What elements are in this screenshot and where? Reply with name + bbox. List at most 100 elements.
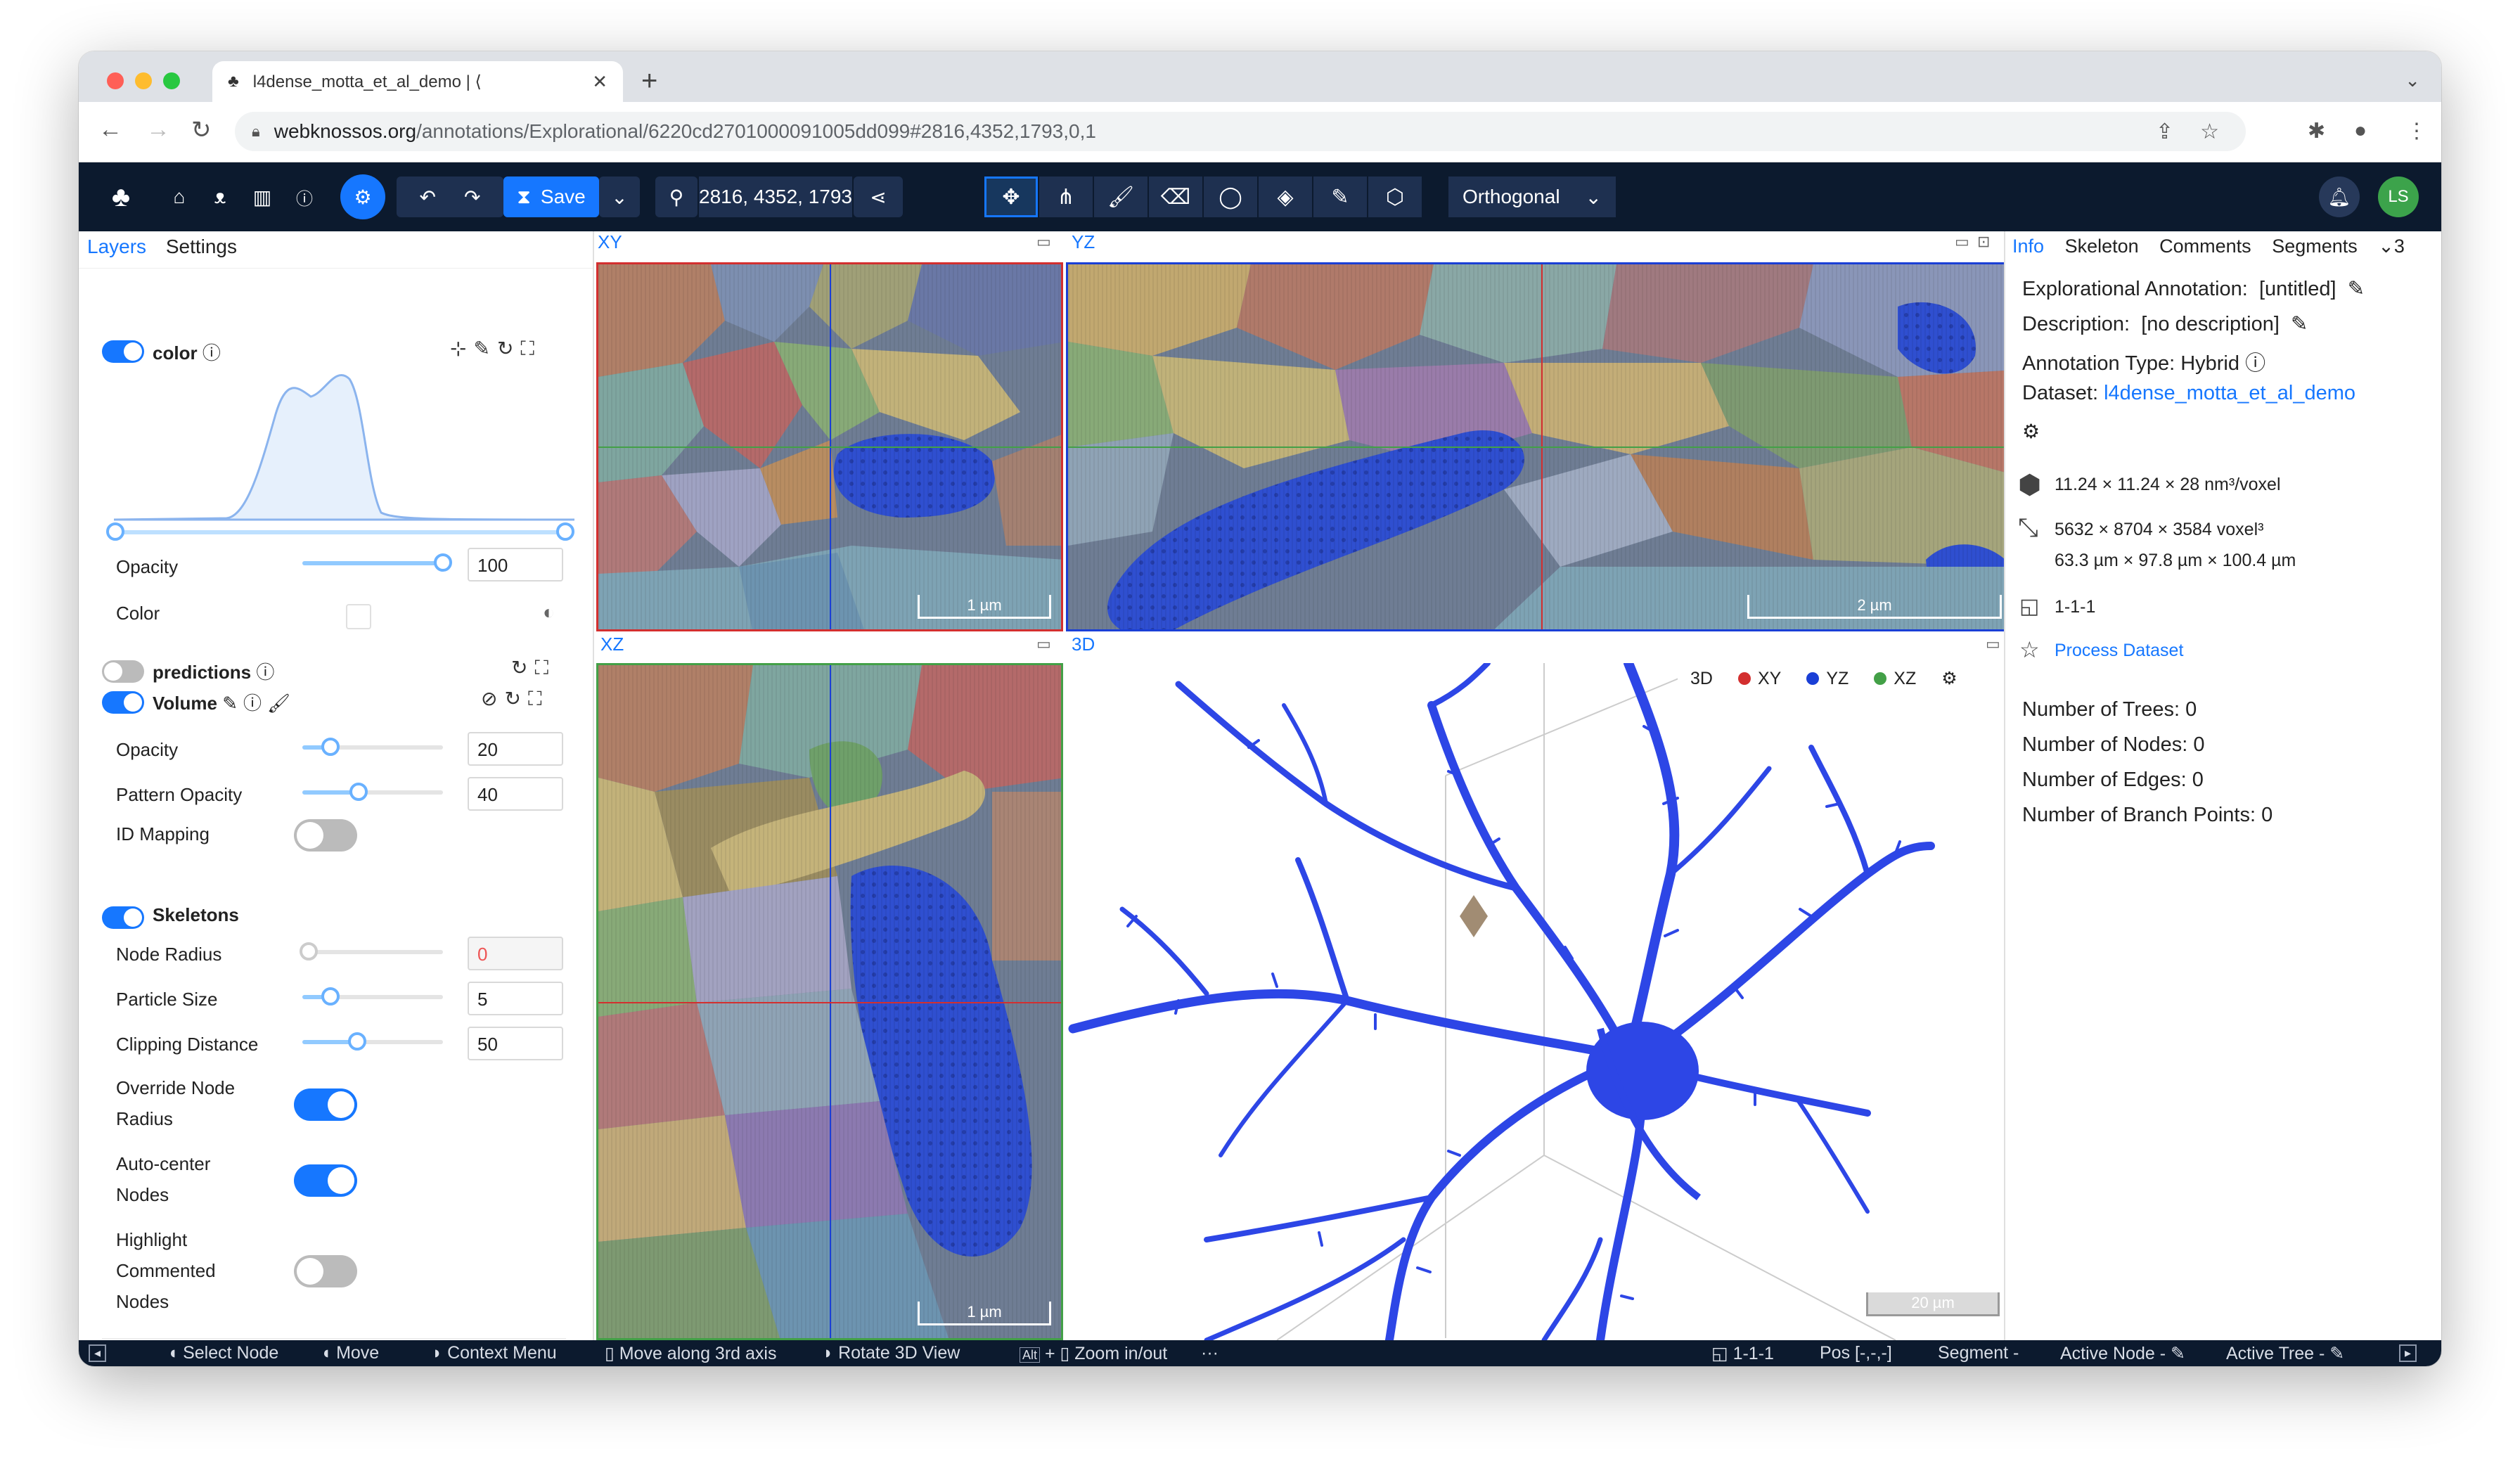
share-position-icon[interactable]: ⋖	[854, 176, 903, 217]
bounding-box-tool-icon[interactable]: ⬡	[1368, 176, 1422, 217]
dataset-link[interactable]: l4dense_motta_et_al_demo	[2104, 382, 2355, 404]
redo-icon[interactable]: ↷	[464, 186, 480, 209]
maximize-icon[interactable]: ▭	[1036, 635, 1051, 653]
collapse-left-icon[interactable]: ◂	[89, 1344, 107, 1362]
range-min-handle[interactable]	[106, 522, 124, 541]
users-icon[interactable]: ᴥ	[202, 176, 238, 217]
bookmark-star-icon[interactable]: ☆	[2200, 120, 2219, 144]
profile-icon[interactable]: ●	[2354, 119, 2367, 143]
node-radius-slider[interactable]	[300, 942, 443, 961]
yz-viewport[interactable]: 2 µm	[1066, 262, 2014, 631]
tab-segments[interactable]: Segments	[2272, 236, 2358, 257]
clipping-distance-input[interactable]: 50	[468, 1027, 563, 1060]
lasso-tool-icon[interactable]: ◯	[1204, 176, 1257, 217]
info-icon[interactable]: ⓘ	[243, 693, 267, 714]
minimize-window-button[interactable]	[135, 72, 152, 89]
highlight-commented-toggle[interactable]	[294, 1255, 357, 1287]
close-window-button[interactable]	[107, 72, 124, 89]
volume-opacity-slider[interactable]	[302, 738, 443, 756]
eraser-tool-icon[interactable]: ⌫	[1149, 176, 1202, 217]
slider-handle[interactable]	[349, 783, 368, 801]
position-input[interactable]: 2816, 4352, 1793	[699, 176, 852, 217]
dataset-settings-gear-icon[interactable]: ⚙	[2022, 420, 2040, 443]
view-xy-button[interactable]: XY	[1725, 669, 1794, 689]
reload-icon[interactable]: ↻	[191, 116, 212, 144]
edit-name-icon[interactable]: ✎	[2348, 278, 2365, 300]
slider-handle[interactable]	[434, 553, 452, 572]
new-tab-button[interactable]: +	[641, 65, 657, 97]
block-icon[interactable]: ⊘	[481, 688, 504, 709]
tab-settings[interactable]: Settings	[166, 236, 237, 257]
picker-tool-icon[interactable]: ✎	[1313, 176, 1367, 217]
reload-icon[interactable]: ↻	[497, 338, 520, 359]
info-icon[interactable]: ⓘ	[256, 662, 274, 683]
slider-handle[interactable]	[321, 987, 340, 1006]
maximize-window-button[interactable]	[163, 72, 180, 89]
3d-viewport[interactable]: 3D XY YZ XZ ⚙ 20 µm	[1066, 663, 2014, 1340]
chevron-down-icon[interactable]: ⌄	[2405, 70, 2420, 91]
slider-handle[interactable]	[300, 942, 318, 961]
clipping-distance-slider[interactable]	[302, 1032, 443, 1051]
tab-skeleton[interactable]: Skeleton	[2065, 236, 2139, 257]
xy-viewport[interactable]: 1 µm	[596, 262, 1063, 631]
save-button[interactable]: ⧗ Save	[503, 176, 599, 217]
save-options-chevron-icon[interactable]: ⌄	[599, 176, 640, 217]
tab-layers[interactable]: Layers	[87, 236, 146, 257]
override-node-radius-toggle[interactable]	[294, 1088, 357, 1121]
particle-size-slider[interactable]	[302, 987, 443, 1006]
pattern-opacity-slider[interactable]	[302, 783, 443, 801]
browser-tab[interactable]: ♣ l4dense_motta_et_al_demo | ⟨ ✕	[212, 61, 623, 102]
collapse-right-icon[interactable]: ▸	[2399, 1344, 2417, 1362]
maximize-icon[interactable]: ▭	[1955, 233, 1969, 251]
view-3d-button[interactable]: 3D	[1678, 669, 1725, 689]
range-max-handle[interactable]	[556, 522, 574, 541]
skeleton-tool-icon[interactable]: ⋔	[1039, 176, 1093, 217]
skeletons-toggle[interactable]	[102, 906, 144, 929]
volume-layer-toggle[interactable]	[102, 691, 144, 714]
undo-icon[interactable]: ↶	[420, 186, 436, 209]
info-icon[interactable]: ⓘ	[2245, 352, 2265, 375]
fit-icon[interactable]: ⛶	[528, 688, 549, 709]
pattern-opacity-input[interactable]: 40	[468, 777, 563, 811]
url-field[interactable]: 🔒︎ webknossos.org/annotations/Exploratio…	[235, 112, 2246, 151]
expand-panel-icon[interactable]: ⊡	[1977, 233, 1990, 251]
extensions-icon[interactable]: ✱	[2308, 119, 2325, 143]
pin-icon[interactable]: ⚲	[655, 176, 698, 217]
brush-icon[interactable]: 🖌︎	[267, 693, 296, 714]
more-tabs-chevron-icon[interactable]: ⌄3	[2378, 236, 2405, 257]
browser-menu-icon[interactable]: ⋮	[2406, 119, 2427, 143]
home-icon[interactable]: ⌂	[162, 176, 197, 217]
edit-icon[interactable]: ✎	[473, 338, 496, 359]
node-radius-input[interactable]: 0	[468, 937, 563, 970]
edit-icon[interactable]: ✎	[2171, 1344, 2185, 1363]
id-mapping-toggle[interactable]	[294, 819, 357, 852]
brush-tool-icon[interactable]: 🖌︎	[1094, 176, 1148, 217]
fit-icon[interactable]: ⛶	[520, 338, 541, 359]
view-xz-button[interactable]: XZ	[1861, 669, 1929, 689]
view-yz-button[interactable]: YZ	[1794, 669, 1861, 689]
fill-tool-icon[interactable]: ◈	[1259, 176, 1312, 217]
auto-center-toggle[interactable]	[294, 1164, 357, 1197]
share-icon[interactable]: ⇪	[2156, 120, 2173, 144]
process-dataset-link[interactable]: Process Dataset	[2055, 641, 2183, 661]
reload-icon[interactable]: ↻	[511, 657, 534, 679]
edit-description-icon[interactable]: ✎	[2291, 313, 2308, 335]
edit-icon[interactable]: ✎	[222, 693, 243, 714]
color-opacity-input[interactable]: 100	[468, 548, 563, 582]
color-picker-swatch[interactable]	[346, 604, 371, 629]
histogram-range-slider[interactable]	[106, 522, 574, 541]
forward-icon[interactable]: →	[146, 116, 170, 143]
tab-comments[interactable]: Comments	[2159, 236, 2251, 257]
xz-viewport[interactable]: 1 µm	[596, 663, 1063, 1340]
fit-icon[interactable]: ⛶	[534, 657, 555, 679]
settings-gear-icon[interactable]: ⚙	[340, 174, 385, 219]
slider-handle[interactable]	[348, 1032, 366, 1051]
move-tool-icon[interactable]: ✥	[984, 176, 1038, 217]
invert-color-icon[interactable]: ◐	[543, 601, 555, 624]
tab-close-icon[interactable]: ✕	[592, 71, 608, 93]
crosshair-icon[interactable]: ⊹	[450, 338, 473, 359]
tab-info[interactable]: Info	[2012, 236, 2044, 257]
maximize-icon[interactable]: ▭	[1986, 635, 2000, 653]
back-icon[interactable]: ←	[98, 116, 122, 143]
edit-icon[interactable]: ✎	[2329, 1344, 2344, 1363]
